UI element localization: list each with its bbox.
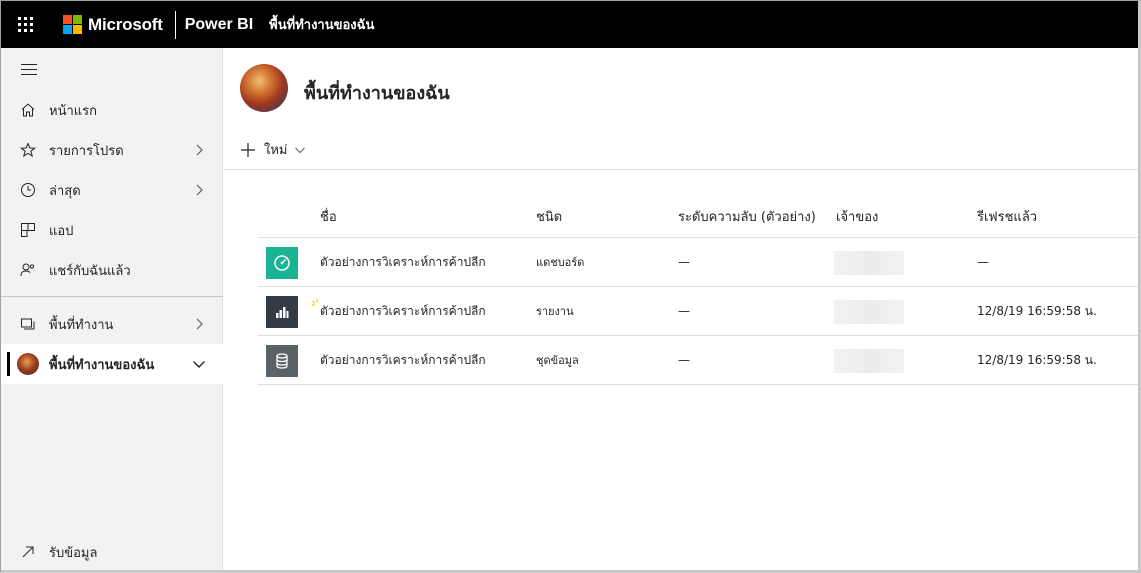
top-divider: [174, 10, 176, 39]
microsoft-logo[interactable]: Microsoft: [63, 15, 163, 35]
toolbar-divider: [224, 169, 1138, 170]
chevron-right-icon[interactable]: [191, 316, 207, 332]
sidebar-item-label: หน้าแรก: [49, 103, 97, 119]
column-header-owner[interactable]: เจ้าของ: [836, 198, 878, 238]
workspaces-icon: [19, 315, 37, 333]
owner-redacted: [834, 251, 904, 275]
chevron-right-icon[interactable]: [191, 142, 207, 158]
top-bar: Microsoft Power BI พื้นที่ทำงานของฉัน: [1, 1, 1138, 48]
home-icon: [19, 101, 37, 119]
content-table: ชื่อ ชนิด ระดับความลับ (ตัวอย่าง) เจ้าขอ…: [258, 198, 1138, 385]
chevron-right-icon[interactable]: [191, 182, 207, 198]
chevron-down-icon: [294, 147, 305, 153]
sidebar-item-label: แอป: [49, 223, 74, 239]
report-icon: [266, 296, 298, 328]
dashboard-icon: [266, 247, 298, 279]
owner-redacted: [834, 349, 904, 373]
sidebar-item-favorites[interactable]: รายการโปรด: [1, 130, 223, 170]
table-row[interactable]: ตัวอย่างการวิเคราะห์การค้าปลีก ชุดข้อมูล…: [258, 336, 1138, 385]
item-refreshed: 12/8/19 16:59:58 น.: [977, 353, 1097, 367]
app-window: Microsoft Power BI พื้นที่ทำงานของฉัน หน…: [0, 0, 1141, 573]
active-indicator: [7, 352, 10, 376]
item-name-link[interactable]: ตัวอย่างการวิเคราะห์การค้าปลีก: [320, 336, 486, 385]
shared-icon: [19, 261, 37, 279]
sidebar-item-label: ล่าสุด: [49, 183, 81, 199]
waffle-icon: [17, 17, 33, 32]
table-header: ชื่อ ชนิด ระดับความลับ (ตัวอย่าง) เจ้าขอ…: [258, 198, 1138, 238]
brand-name: Microsoft: [88, 14, 163, 34]
sidebar-item-label: พื้นที่ทำงานของฉัน: [49, 357, 155, 373]
column-header-sensitivity[interactable]: ระดับความลับ (ตัวอย่าง): [678, 198, 816, 238]
product-name[interactable]: Power BI: [185, 16, 253, 34]
clock-icon: [19, 181, 37, 199]
table-row[interactable]: ตัวอย่างการวิเคราะห์การค้าปลีก รายงาน — …: [258, 287, 1138, 336]
sidebar-divider: [1, 296, 223, 297]
sidebar-item-workspaces[interactable]: พื้นที่ทำงาน: [1, 304, 223, 344]
sidebar-item-label: พื้นที่ทำงาน: [49, 317, 114, 333]
microsoft-squares-icon: [63, 15, 82, 34]
new-button[interactable]: ใหม่: [240, 139, 306, 160]
chevron-down-icon[interactable]: [191, 356, 207, 372]
item-sensitivity: —: [678, 304, 690, 318]
sidebar: หน้าแรก รายการโปรด ล่าสุด แอป แชร์กับฉัน…: [1, 48, 223, 570]
sidebar-item-shared[interactable]: แชร์กับฉันแล้ว: [1, 250, 223, 290]
arrow-up-right-icon: [19, 543, 37, 561]
plus-icon: [241, 142, 255, 157]
item-sensitivity: —: [678, 353, 690, 367]
item-refreshed: 12/8/19 16:59:58 น.: [977, 304, 1097, 318]
table-row[interactable]: ตัวอย่างการวิเคราะห์การค้าปลีก แดชบอร์ด …: [258, 238, 1138, 287]
item-type: รายงาน: [536, 305, 574, 318]
sidebar-item-label: รายการโปรด: [49, 143, 124, 159]
page-title: พื้นที่ทำงานของฉัน: [304, 83, 450, 104]
item-type: ชุดข้อมูล: [536, 354, 579, 367]
apps-icon: [19, 221, 37, 239]
item-type: แดชบอร์ด: [536, 256, 585, 269]
sidebar-item-home[interactable]: หน้าแรก: [1, 90, 223, 130]
sidebar-item-get-data[interactable]: รับข้อมูล: [1, 532, 223, 570]
hamburger-menu-icon[interactable]: [21, 64, 37, 79]
sidebar-item-recent[interactable]: ล่าสุด: [1, 170, 223, 210]
owner-redacted: [834, 300, 904, 324]
sidebar-item-apps[interactable]: แอป: [1, 210, 223, 250]
item-refreshed: —: [977, 255, 989, 269]
workspace-avatar: [240, 64, 288, 112]
sidebar-item-label: แชร์กับฉันแล้ว: [49, 263, 131, 279]
app-launcher-button[interactable]: [1, 1, 49, 48]
sidebar-item-label: รับข้อมูล: [49, 545, 98, 561]
breadcrumb[interactable]: พื้นที่ทำงานของฉัน: [269, 14, 374, 35]
item-name-link[interactable]: ตัวอย่างการวิเคราะห์การค้าปลีก: [320, 287, 486, 336]
avatar: [17, 353, 39, 375]
item-sensitivity: —: [678, 255, 690, 269]
column-header-name[interactable]: ชื่อ: [320, 198, 337, 238]
sidebar-item-my-workspace[interactable]: พื้นที่ทำงานของฉัน: [1, 344, 223, 384]
column-header-type[interactable]: ชนิด: [536, 198, 562, 238]
new-button-label: ใหม่: [264, 143, 288, 158]
column-header-refreshed[interactable]: รีเฟรชแล้ว: [977, 198, 1037, 238]
star-icon: [19, 141, 37, 159]
item-name-link[interactable]: ตัวอย่างการวิเคราะห์การค้าปลีก: [320, 238, 486, 287]
main-content: พื้นที่ทำงานของฉัน ใหม่ ชื่อ ชนิด ระดับค…: [224, 48, 1138, 570]
dataset-icon: [266, 345, 298, 377]
